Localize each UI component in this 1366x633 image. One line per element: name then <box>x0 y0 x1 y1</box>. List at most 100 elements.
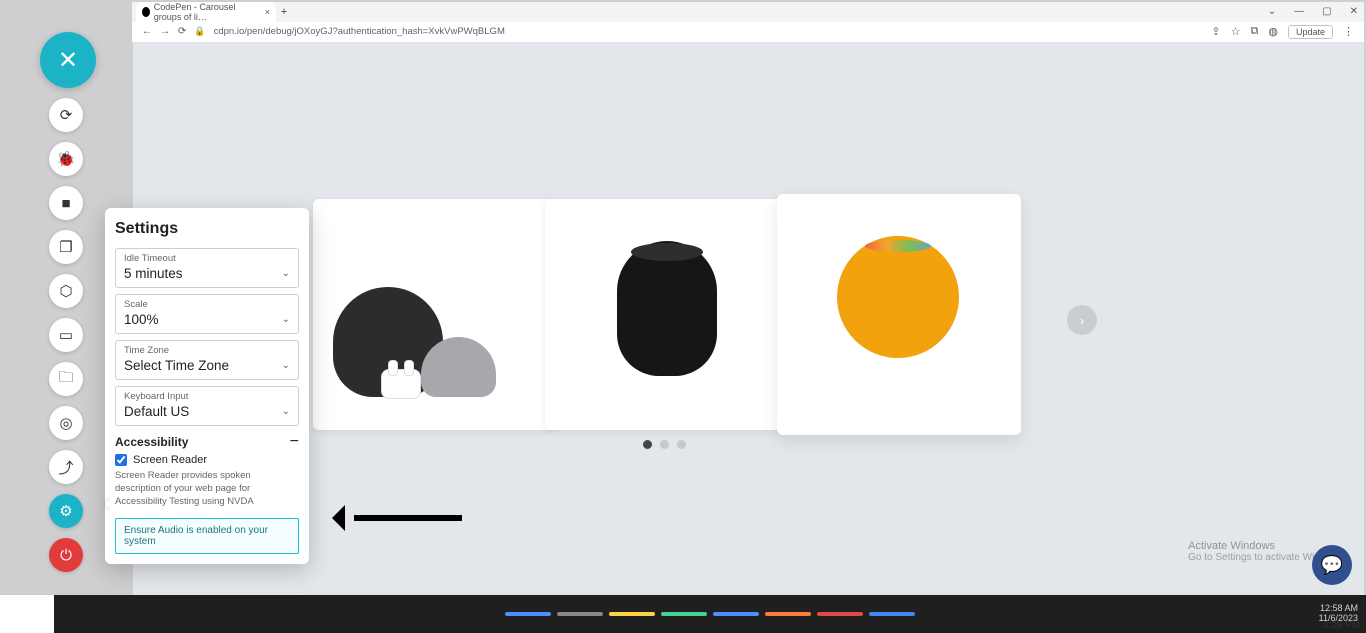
chevron-down-icon: ⌄ <box>282 314 290 325</box>
taskbar-center <box>505 612 915 616</box>
taskbar-app-icon[interactable] <box>869 612 915 616</box>
video-icon: ■ <box>61 195 70 212</box>
annotation-arrow <box>332 510 462 526</box>
scale-select[interactable]: Scale 100% ⌄ <box>115 294 299 334</box>
accessibility-section-header[interactable]: Accessibility − <box>115 434 299 450</box>
taskbar-app-icon[interactable] <box>505 612 551 616</box>
taskbar-app-icon[interactable] <box>609 612 655 616</box>
chevron-right-icon: › <box>1080 313 1084 328</box>
close-tab-icon[interactable]: × <box>265 7 270 17</box>
taskbar-app-icon[interactable] <box>765 612 811 616</box>
idle-timeout-select[interactable]: Idle Timeout 5 minutes ⌄ <box>115 248 299 288</box>
video-button[interactable]: ■ <box>49 186 83 220</box>
upload-button[interactable]: ⤴ <box>49 450 83 484</box>
sync-button[interactable]: ⟳ <box>49 98 83 132</box>
extensions-icon[interactable]: ⧉ <box>1251 25 1259 38</box>
airpods-icon <box>381 369 421 399</box>
copy-button[interactable]: ❐ <box>49 230 83 264</box>
taskbar-left-gap <box>0 595 54 633</box>
sync-icon: ⟳ <box>60 106 73 124</box>
carousel-dots <box>643 440 686 449</box>
idle-timeout-value: 5 minutes <box>124 266 290 281</box>
url-text[interactable]: cdpn.io/pen/debug/jOXoyGJ?authentication… <box>214 26 505 37</box>
collapse-icon: − <box>290 434 299 450</box>
settings-popover: Settings Idle Timeout 5 minutes ⌄ Scale … <box>105 208 309 564</box>
accessibility-title: Accessibility <box>115 435 188 449</box>
kebab-menu-icon[interactable]: ⋮ <box>1343 25 1354 38</box>
share-icon[interactable]: ⇪ <box>1211 25 1220 38</box>
taskbar: 12:58 AM 11/6/2023 <box>54 595 1366 633</box>
upload-icon: ⤴ <box>58 457 73 478</box>
close-panel-button[interactable]: ✕ <box>40 32 96 88</box>
chevron-down-icon: ⌄ <box>282 360 290 371</box>
idle-timeout-label: Idle Timeout <box>124 253 290 264</box>
homepod-mini-yellow-icon <box>837 236 959 358</box>
copy-icon: ❐ <box>59 238 72 256</box>
chevron-down-icon: ⌄ <box>282 268 290 279</box>
profile-icon[interactable]: ◍ <box>1268 25 1278 38</box>
location-icon: ◎ <box>59 414 72 432</box>
chat-icon: 💬 <box>1321 555 1343 576</box>
carousel-dot-3[interactable] <box>677 440 686 449</box>
arrow-head-icon <box>332 505 345 531</box>
taskbar-app-icon[interactable] <box>817 612 863 616</box>
carousel-dot-1[interactable] <box>643 440 652 449</box>
screen-reader-row[interactable]: Screen Reader <box>115 454 299 466</box>
taskbar-app-icon[interactable] <box>661 612 707 616</box>
nav-forward-icon[interactable]: → <box>160 26 170 37</box>
browser-chrome: CodePen - Carousel groups of li… × + ⌄ —… <box>132 2 1364 42</box>
timezone-select[interactable]: Time Zone Select Time Zone ⌄ <box>115 340 299 380</box>
address-bar: ← → ⟳ 🔒 cdpn.io/pen/debug/jOXoyGJ?authen… <box>132 22 1364 41</box>
timezone-label: Time Zone <box>124 345 290 356</box>
display-icon: ▭ <box>59 326 73 344</box>
lock-icon: 🔒 <box>194 26 205 37</box>
power-button[interactable]: ⏻ <box>49 538 83 572</box>
homepod-black-icon <box>617 241 717 376</box>
window-controls: ⌄ — ▢ ✕ <box>1268 6 1358 17</box>
tool-rail: ⟳ 🐞 ■ ❐ ⬡ ▭ 🗀 ◎ ⤴ ⚙ ⏻ <box>46 98 86 572</box>
carousel-next-button[interactable]: › <box>1067 305 1097 335</box>
homepod-mini-grey-icon <box>421 337 496 397</box>
carousel-item-1[interactable] <box>313 199 557 430</box>
tab-bar: CodePen - Carousel groups of li… × + <box>132 2 1364 22</box>
audio-note: Ensure Audio is enabled on your system <box>115 518 299 554</box>
screen-reader-checkbox[interactable] <box>115 454 127 466</box>
cube-button[interactable]: ⬡ <box>49 274 83 308</box>
new-tab-button[interactable]: + <box>276 2 292 22</box>
carousel-item-3[interactable] <box>777 194 1021 435</box>
chat-button[interactable]: 💬 <box>1312 545 1352 585</box>
taskbar-app-icon[interactable] <box>713 612 759 616</box>
settings-button[interactable]: ⚙ <box>49 494 83 528</box>
keyboard-select[interactable]: Keyboard Input Default US ⌄ <box>115 386 299 426</box>
nav-back-icon[interactable]: ← <box>142 26 152 37</box>
cube-icon: ⬡ <box>59 282 72 300</box>
nav-reload-icon[interactable]: ⟳ <box>178 26 186 37</box>
window-minimize-icon[interactable]: — <box>1294 6 1304 17</box>
bug-button[interactable]: 🐞 <box>49 142 83 176</box>
arrow-shaft <box>354 515 462 521</box>
location-button[interactable]: ◎ <box>49 406 83 440</box>
page-viewport: › Activate Windows Go to Settings to act… <box>133 42 1364 595</box>
window-close-icon[interactable]: ✕ <box>1350 6 1358 17</box>
screen-reader-label: Screen Reader <box>133 454 207 466</box>
carousel-item-2[interactable] <box>545 199 789 430</box>
star-icon[interactable]: ☆ <box>1231 25 1241 38</box>
gear-icon: ⚙ <box>59 502 72 520</box>
window-maximize-icon[interactable]: ▢ <box>1322 6 1331 17</box>
screen-reader-description: Screen Reader provides spoken descriptio… <box>115 470 299 508</box>
browser-tab[interactable]: CodePen - Carousel groups of li… × <box>136 2 276 22</box>
taskbar-app-icon[interactable] <box>557 612 603 616</box>
settings-title: Settings <box>115 220 299 238</box>
update-button[interactable]: Update <box>1288 25 1333 39</box>
bug-icon: 🐞 <box>57 150 76 168</box>
folder-button[interactable]: 🗀 <box>49 362 83 396</box>
tab-title: CodePen - Carousel groups of li… <box>154 2 261 22</box>
carousel-dot-2[interactable] <box>660 440 669 449</box>
keyboard-label: Keyboard Input <box>124 391 290 402</box>
scale-label: Scale <box>124 299 290 310</box>
window-dropdown-icon[interactable]: ⌄ <box>1268 6 1276 17</box>
host-clock: 4:28 PM <box>1323 620 1360 631</box>
timezone-value: Select Time Zone <box>124 358 290 373</box>
display-button[interactable]: ▭ <box>49 318 83 352</box>
close-icon: ✕ <box>58 46 78 75</box>
